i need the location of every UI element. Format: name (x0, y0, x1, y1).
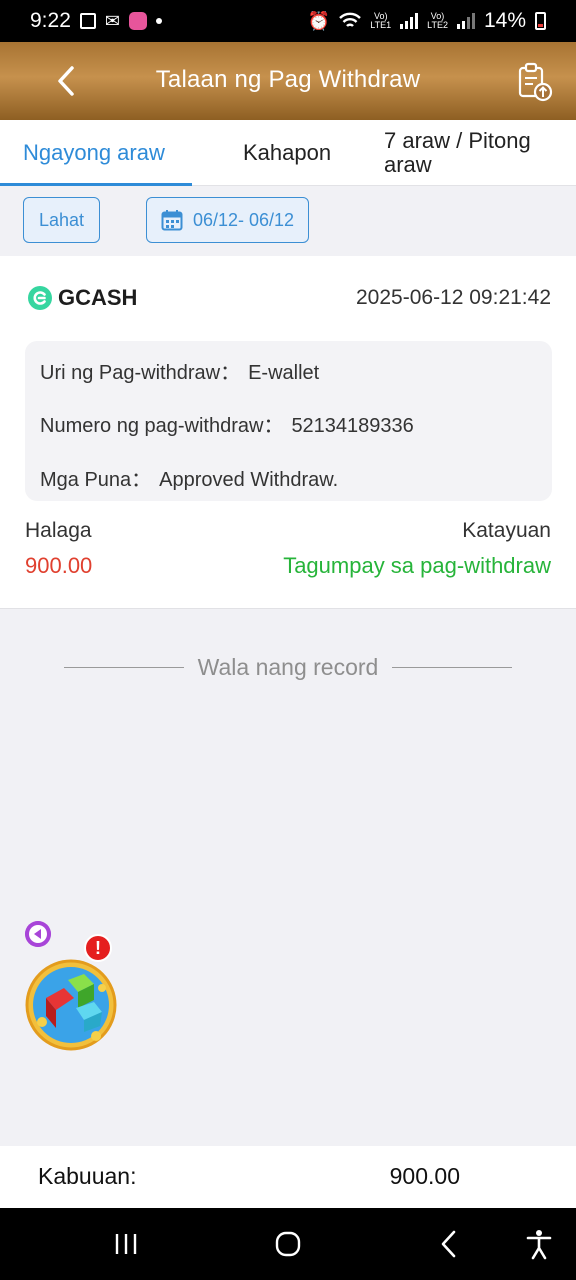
withdraw-type-value: E-wallet (248, 362, 320, 384)
app-notification-icon (128, 12, 147, 30)
withdraw-record-card[interactable]: GCASH 2025-06-12 09:21:42 Uri ng Pag-wit… (0, 256, 576, 609)
total-value: 900.00 (389, 1163, 460, 1189)
date-range-label: 06/12- 06/12 (192, 209, 295, 230)
gcash-icon (28, 286, 52, 310)
total-bar: Kabuuan: 900.00 (0, 1146, 576, 1208)
divider-right (392, 666, 512, 668)
amount-label: Halaga (25, 519, 92, 542)
remarks-row: Mga Puna： Approved Withdraw. (40, 463, 338, 492)
total-label: Kabuuan: (38, 1163, 137, 1189)
withdraw-number-value: 52134189336 (291, 415, 414, 437)
tab-yesterday[interactable]: Kahapon (243, 120, 331, 186)
amount-value: 900.00 (25, 553, 93, 578)
clock: 9:22 (30, 9, 71, 32)
signal-1-icon (400, 13, 419, 29)
tab-today[interactable]: Ngayong araw (23, 120, 165, 186)
more-notifications-icon (155, 18, 162, 24)
no-more-records: Wala nang record (64, 652, 512, 682)
alarm-icon: ⏰ (307, 10, 331, 31)
calendar-icon (161, 210, 183, 231)
status-label: Katayuan (462, 519, 551, 542)
withdraw-type-row: Uri ng Pag-withdraw： E-wallet (40, 356, 319, 385)
status-bar: 9:22 ✉ ⏰ Vo) LTE1 Vo) LTE2 14% (0, 0, 576, 42)
remarks-value: Approved Withdraw. (159, 469, 339, 491)
signal-2-icon (456, 13, 475, 29)
alert-badge: ! (84, 934, 112, 962)
sim2-label: Vo) LTE2 (427, 11, 448, 30)
payment-method: GCASH (28, 285, 137, 311)
collapse-float-icon[interactable] (25, 921, 51, 947)
remarks-label: Mga Puna： (40, 469, 152, 491)
withdraw-number-label: Numero ng pag-withdraw： (40, 415, 284, 437)
payment-method-name: GCASH (58, 285, 138, 310)
battery-percent: 14% (483, 9, 526, 32)
no-more-records-text: Wala nang record (197, 653, 379, 680)
status-value: Tagumpay sa pag-withdraw (283, 553, 551, 578)
withdraw-type-label: Uri ng Pag-withdraw： (40, 362, 241, 384)
wifi-icon (339, 12, 362, 27)
game-float-icon[interactable] (24, 958, 118, 1052)
mail-icon: ✉ (104, 10, 120, 31)
sim1-label: Vo) LTE1 (370, 11, 392, 30)
type-filter-label: Lahat (38, 209, 85, 230)
app-header: Talaan ng Pag Withdraw (0, 42, 576, 120)
system-nav-bar (0, 1208, 576, 1280)
withdraw-number-row: Numero ng pag-withdraw： 52134189336 (40, 409, 414, 438)
filter-row: Lahat 06/12- 06/12 (0, 186, 576, 256)
page-title: Talaan ng Pag Withdraw (155, 66, 421, 93)
tab-seven-days[interactable]: 7 araw / Pitong araw (384, 120, 559, 186)
accessibility-icon[interactable] (521, 1226, 557, 1262)
clipboard-upload-icon[interactable] (516, 62, 554, 102)
type-filter-button[interactable]: Lahat (23, 197, 100, 243)
recent-apps-button[interactable] (108, 1226, 144, 1262)
record-details: Uri ng Pag-withdraw： E-wallet Numero ng p… (25, 341, 552, 501)
home-button[interactable] (270, 1226, 306, 1262)
record-datetime: 2025-06-12 09:21:42 (356, 286, 551, 309)
system-back-button[interactable] (432, 1226, 468, 1262)
divider-left (64, 666, 184, 668)
date-tabs: Ngayong araw Kahapon 7 araw / Pitong ara… (0, 120, 576, 186)
date-range-button[interactable]: 06/12- 06/12 (146, 197, 309, 243)
battery-icon (535, 12, 546, 30)
gallery-icon (79, 13, 96, 29)
